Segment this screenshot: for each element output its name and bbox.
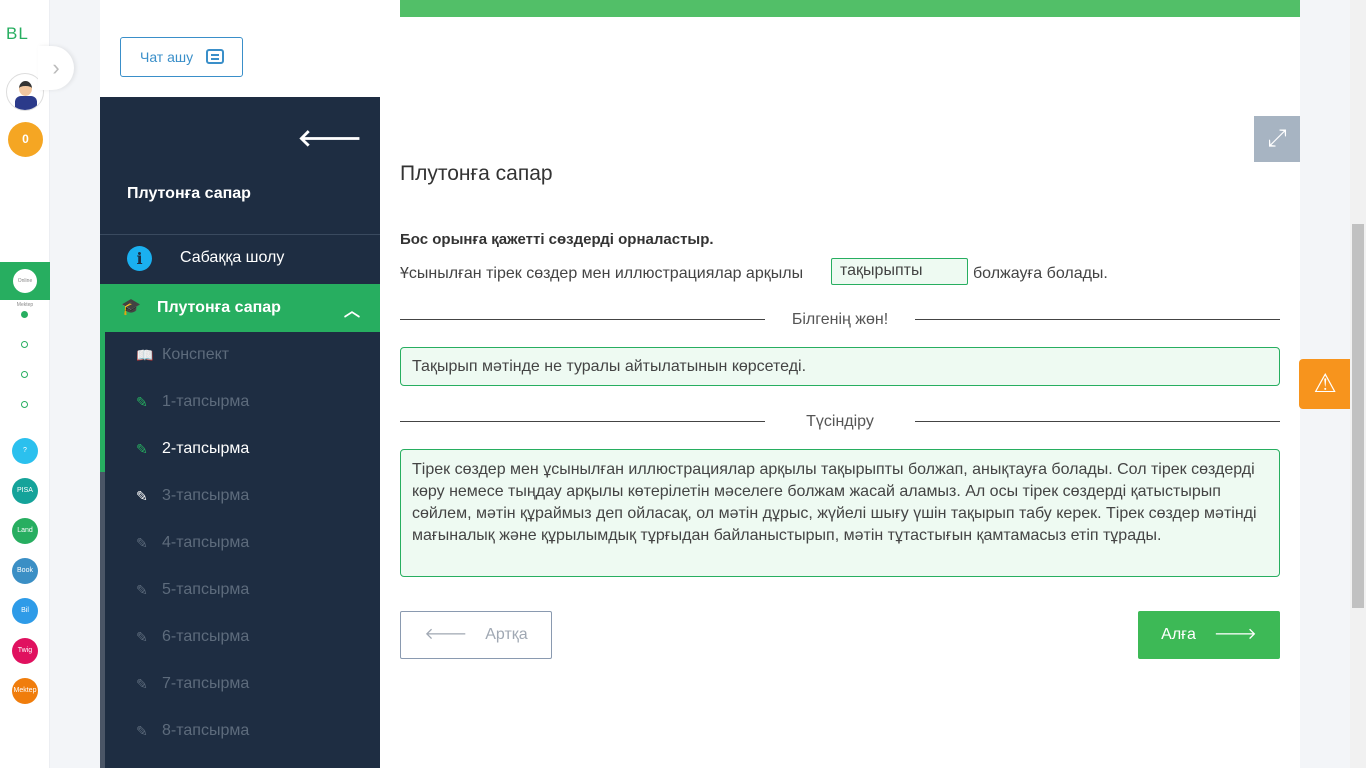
sentence-after: болжауға болады. — [973, 265, 1108, 282]
item-label: 2-тапсырма — [162, 440, 250, 457]
fullscreen-button[interactable]: ⤢ — [1254, 116, 1300, 162]
bl-logo[interactable]: BL — [6, 24, 29, 44]
explain-heading: Түсіндіру — [765, 413, 915, 431]
sidebar-item-task[interactable]: ✎ 7-тапсырма — [105, 661, 380, 708]
edit-icon: ✎ — [136, 629, 148, 645]
edit-icon: ✎ — [136, 488, 148, 504]
info-icon: i — [127, 246, 152, 271]
back-button[interactable]: 🡐 Артқа — [400, 611, 552, 659]
item-label: 6-тапсырма — [162, 628, 250, 645]
open-chat-button[interactable]: Чат ашу — [120, 37, 243, 77]
next-button[interactable]: Алға 🡒 — [1138, 611, 1280, 659]
item-label: 4-тапсырма — [162, 534, 250, 551]
item-label: Конспект — [162, 346, 230, 363]
sidebar-section-lesson[interactable]: 🎓 Плутонға сапар ︿ — [105, 284, 380, 332]
warning-icon: ⚠ — [1313, 368, 1337, 398]
sidebar-item-task[interactable]: ✎ 1-тапсырма — [105, 379, 380, 426]
page-title: Плутонға сапар — [400, 162, 553, 185]
rail-dot[interactable] — [21, 311, 28, 318]
app-bilim-book-button[interactable]: Book — [12, 558, 38, 584]
lesson-sidebar: 🡐 Плутонға сапар i Сабаққа шолу 🎓 Плутонға… — [100, 97, 380, 768]
edit-icon: ✎ — [136, 394, 148, 410]
app-pisa-button[interactable]: PISA — [12, 478, 38, 504]
rail-dot[interactable] — [21, 371, 28, 378]
coins-badge[interactable]: 0 — [8, 122, 43, 157]
top-banner — [400, 0, 1300, 17]
book-icon: 📖 — [136, 347, 154, 363]
edit-icon: ✎ — [136, 441, 148, 457]
online-mektep-button[interactable]: Online Mektep — [0, 262, 50, 308]
graduation-cap-icon: 🎓 — [121, 299, 141, 316]
arrow-right-icon: 🡒 — [1213, 626, 1257, 643]
sidebar-item-task[interactable]: ✎ 2-тапсырма — [105, 426, 380, 473]
know-heading: Білгенің жөн! — [765, 311, 915, 329]
item-label: 8-тапсырма — [162, 722, 250, 739]
app-mektep-button[interactable]: Mektep — [12, 678, 38, 704]
sentence-before: Ұсынылған тірек сөздер мен иллюстрацияла… — [400, 265, 804, 282]
sidebar-item-task[interactable]: ✎ 4-тапсырма — [105, 520, 380, 567]
online-mektep-logo: Online Mektep — [13, 269, 37, 308]
report-warning-button[interactable]: ⚠ — [1299, 359, 1351, 409]
section-label: Плутонға сапар — [157, 299, 281, 316]
sidebar-item-overview[interactable]: i Сабаққа шолу — [100, 234, 380, 284]
app-twig-button[interactable]: Twig — [12, 638, 38, 664]
lesson-title: Плутонға сапар — [127, 185, 251, 202]
overview-label: Сабаққа шолу — [180, 249, 285, 266]
item-label: 1-тапсырма — [162, 393, 250, 410]
explain-box: Тірек сөздер мен ұсынылған иллюстрацияла… — [400, 449, 1280, 577]
edit-icon: ✎ — [136, 676, 148, 692]
app-help-button[interactable]: ? — [12, 438, 38, 464]
next-label: Алға — [1161, 626, 1196, 643]
sidebar-item-task[interactable]: ✎ 3-тапсырма — [105, 473, 380, 520]
rail-dot[interactable] — [21, 401, 28, 408]
arrow-left-icon[interactable]: 🡐 — [298, 123, 362, 153]
expand-rail-button[interactable]: › — [38, 46, 74, 90]
scrollbar-thumb[interactable] — [1352, 224, 1364, 608]
chat-label: Чат ашу — [140, 49, 194, 65]
chat-icon — [206, 49, 224, 64]
edit-icon: ✎ — [136, 723, 148, 739]
app-rail: BL 0 Online Mektep ? PISA Land Book Bil Twig M… — [0, 0, 50, 768]
item-label: 7-тапсырма — [162, 675, 250, 692]
app-bilim-land-button[interactable]: Land — [12, 518, 38, 544]
chevron-up-icon[interactable]: ︿ — [344, 297, 360, 321]
sidebar-item-task[interactable]: ✎ 8-тапсырма — [105, 708, 380, 755]
know-box: Тақырып мәтінде не туралы айтылатынын кө… — [400, 347, 1280, 386]
sidebar-item-task[interactable]: 📖 Конспект — [105, 332, 380, 379]
item-label: 5-тапсырма — [162, 581, 250, 598]
sidebar-item-task[interactable]: ✎ 6-тапсырма — [105, 614, 380, 661]
expand-icon: ⤢ — [1267, 125, 1287, 152]
instruction: Бос орынға қажетті сөздерді орналастыр. — [400, 231, 714, 248]
sidebar-item-task[interactable]: ✎ 5-тапсырма — [105, 567, 380, 614]
app-bil-button[interactable]: Bil — [12, 598, 38, 624]
answer-gap[interactable]: тақырыпты — [831, 258, 968, 285]
rail-dot[interactable] — [21, 341, 28, 348]
back-label: Артқа — [485, 626, 528, 643]
edit-icon: ✎ — [136, 582, 148, 598]
arrow-left-icon: 🡐 — [424, 626, 468, 643]
edit-icon: ✎ — [136, 535, 148, 551]
item-label: 3-тапсырма — [162, 487, 250, 504]
